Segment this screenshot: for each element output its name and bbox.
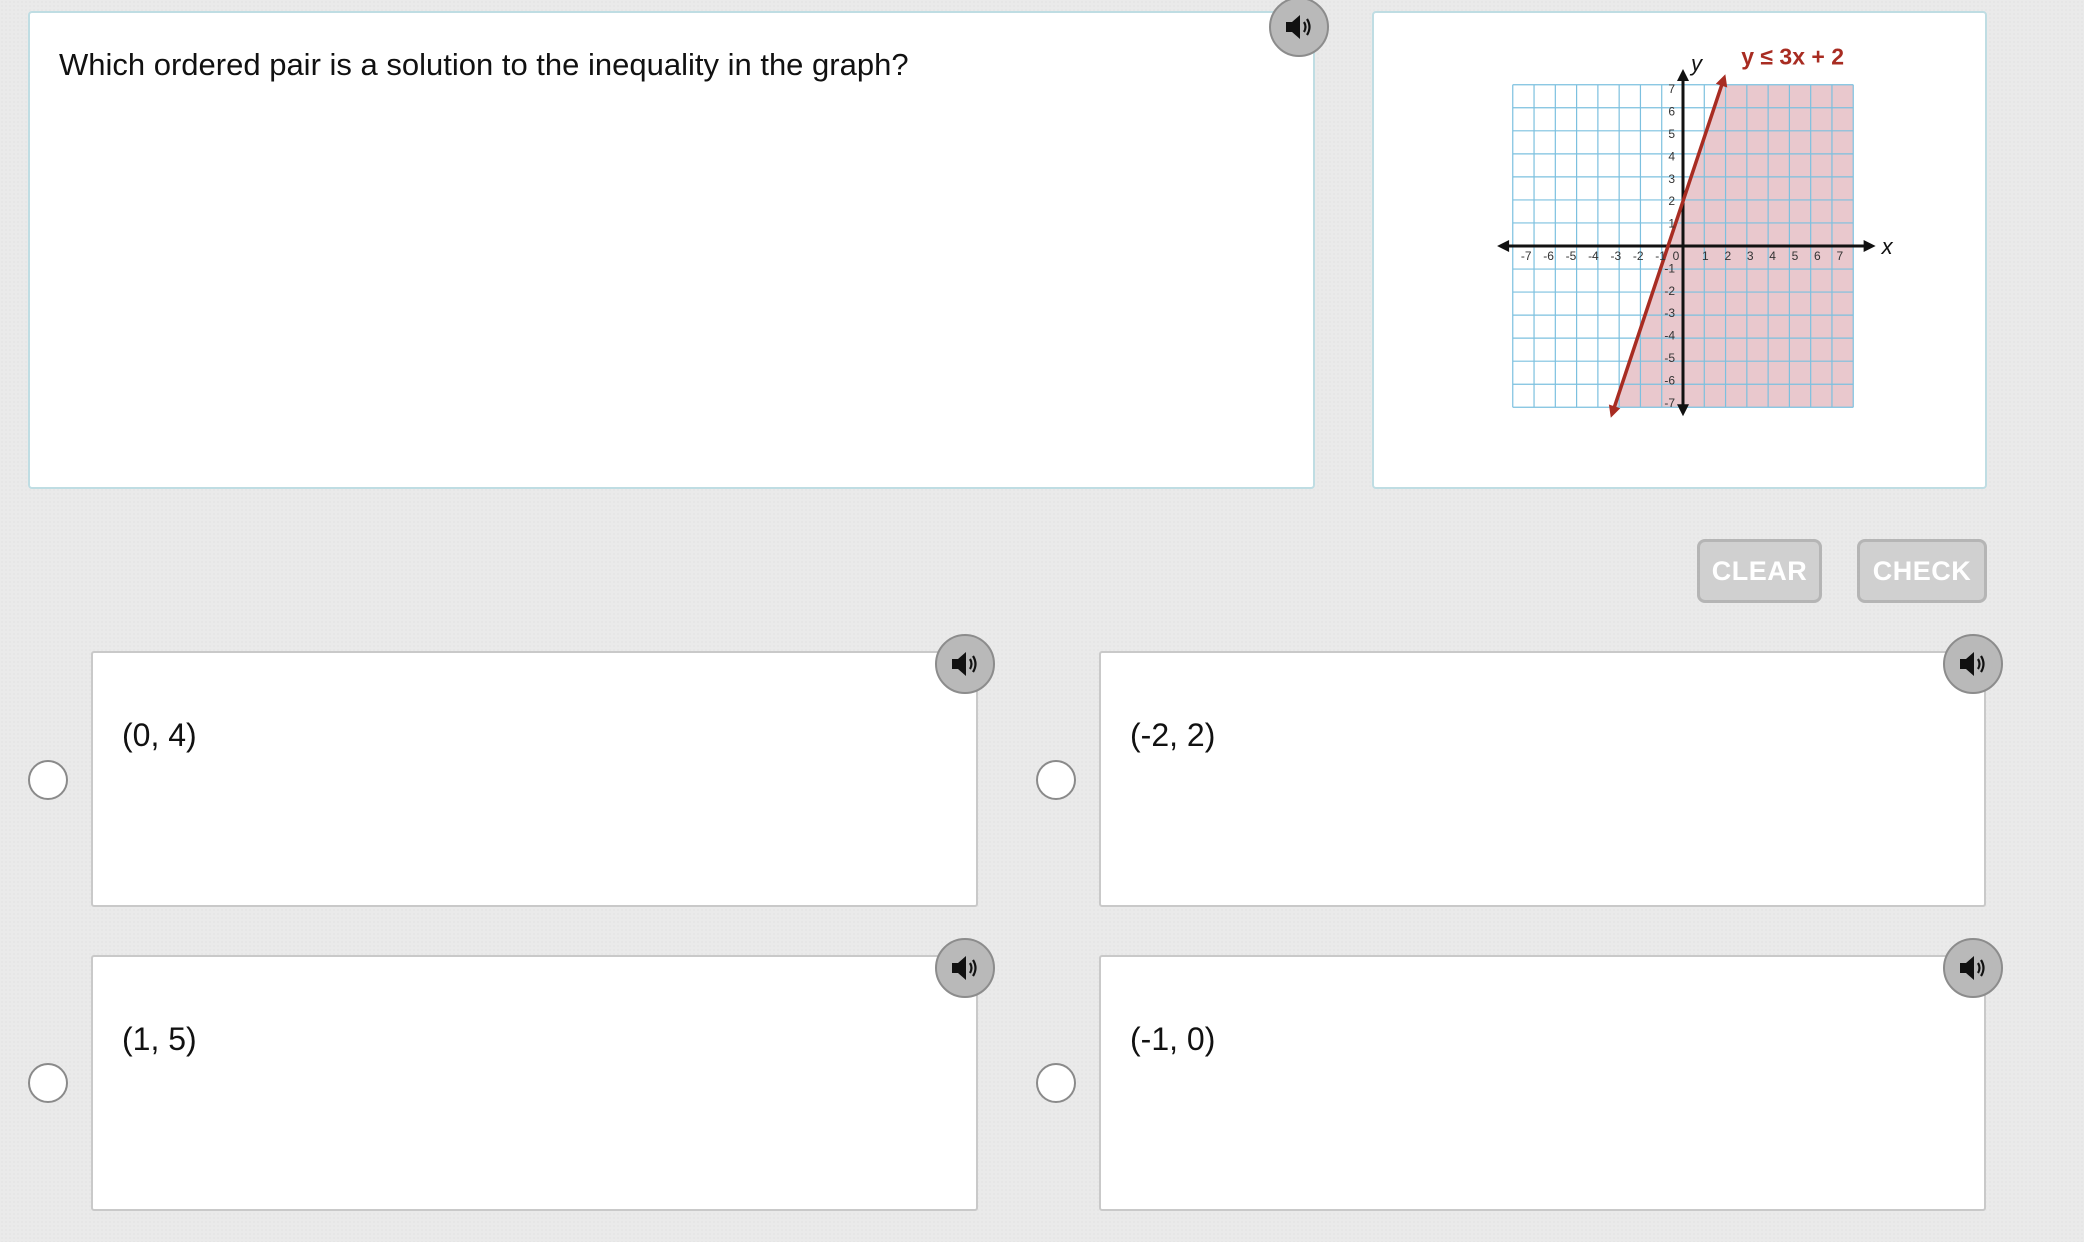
x-axis-label: x xyxy=(1881,234,1894,259)
y-tick-label: 3 xyxy=(1668,172,1675,186)
y-tick-label: -5 xyxy=(1664,351,1675,365)
x-tick-label: -5 xyxy=(1566,249,1577,263)
boundary-line-arrow-top xyxy=(1715,74,1728,88)
option-label: (0, 4) xyxy=(122,717,197,753)
x-tick-label: -4 xyxy=(1588,249,1599,263)
y-tick-label: -2 xyxy=(1664,284,1675,298)
option-1-audio-button[interactable] xyxy=(935,634,995,694)
option-label: (1, 5) xyxy=(122,1021,197,1057)
clear-button[interactable]: CLEAR xyxy=(1697,539,1822,603)
x-tick-label: 1 xyxy=(1702,249,1709,263)
option-4-audio-button[interactable] xyxy=(1943,938,2003,998)
option-radio-1[interactable] xyxy=(28,760,68,800)
answer-option-3[interactable]: (1, 5) xyxy=(91,955,978,1211)
answer-option-1[interactable]: (0, 4) xyxy=(91,651,978,907)
inequality-graph: -7 -6 -5 -4 -3 -2 -1 0 1 2 3 4 5 6 7 7654321-1-2-3-4-5… xyxy=(1497,44,1894,418)
x-axis-arrow-left xyxy=(1497,240,1510,252)
y-axis-arrow-up xyxy=(1677,69,1689,82)
answer-option-4[interactable]: (-1, 0) xyxy=(1099,955,1986,1211)
option-radio-4[interactable] xyxy=(1036,1063,1076,1103)
inequality-label: y ≤ 3x + 2 xyxy=(1741,44,1844,70)
y-tick-label: 7 xyxy=(1668,82,1675,96)
x-axis-arrow-right xyxy=(1863,240,1876,252)
option-2-audio-button[interactable] xyxy=(1943,634,2003,694)
option-radio-3[interactable] xyxy=(28,1063,68,1103)
y-tick-label: 5 xyxy=(1668,127,1675,141)
x-tick-label: -7 xyxy=(1521,249,1532,263)
option-label: (-1, 0) xyxy=(1130,1021,1216,1057)
y-axis-label: y xyxy=(1689,51,1704,76)
y-tick-label: 1 xyxy=(1668,217,1675,231)
y-axis-arrow-down xyxy=(1677,404,1689,417)
option-radio-2[interactable] xyxy=(1036,760,1076,800)
check-button[interactable]: CHECK xyxy=(1857,539,1987,603)
option-label: (-2, 2) xyxy=(1130,717,1216,753)
y-tick-label: -6 xyxy=(1664,373,1675,387)
y-tick-label: -4 xyxy=(1664,329,1675,343)
speaker-icon xyxy=(1960,956,1985,980)
x-tick-label: 6 xyxy=(1814,249,1821,263)
y-tick-label: -1 xyxy=(1664,261,1675,275)
y-tick-label: 6 xyxy=(1668,105,1675,119)
x-tick-label: 5 xyxy=(1792,249,1799,263)
y-tick-label: -7 xyxy=(1664,396,1675,410)
speaker-icon xyxy=(952,652,977,676)
x-tick-label: 4 xyxy=(1769,249,1776,263)
y-tick-label: 4 xyxy=(1668,149,1675,163)
speaker-icon xyxy=(1286,15,1311,39)
x-tick-label: -3 xyxy=(1610,249,1621,263)
x-tick-label: 3 xyxy=(1747,249,1754,263)
speaker-icon xyxy=(952,956,977,980)
question-panel: Which ordered pair is a solution to the … xyxy=(28,11,1315,489)
x-tick-label: -2 xyxy=(1633,249,1644,263)
question-audio-button[interactable] xyxy=(1269,0,1329,57)
x-tick-label: 2 xyxy=(1724,249,1731,263)
graph-panel: -7 -6 -5 -4 -3 -2 -1 0 1 2 3 4 5 6 7 7 6 5 4 3 2 1 -1 -2 -3 -4 -5… xyxy=(1372,11,1987,489)
x-tick-label: -6 xyxy=(1543,249,1554,263)
y-tick-label: -3 xyxy=(1664,306,1675,320)
y-tick-label: 2 xyxy=(1668,194,1675,208)
answer-option-2[interactable]: (-2, 2) xyxy=(1099,651,1986,907)
question-text: Which ordered pair is a solution to the … xyxy=(59,47,909,82)
speaker-icon xyxy=(1960,652,1985,676)
x-tick-label: 7 xyxy=(1836,249,1843,263)
option-3-audio-button[interactable] xyxy=(935,938,995,998)
